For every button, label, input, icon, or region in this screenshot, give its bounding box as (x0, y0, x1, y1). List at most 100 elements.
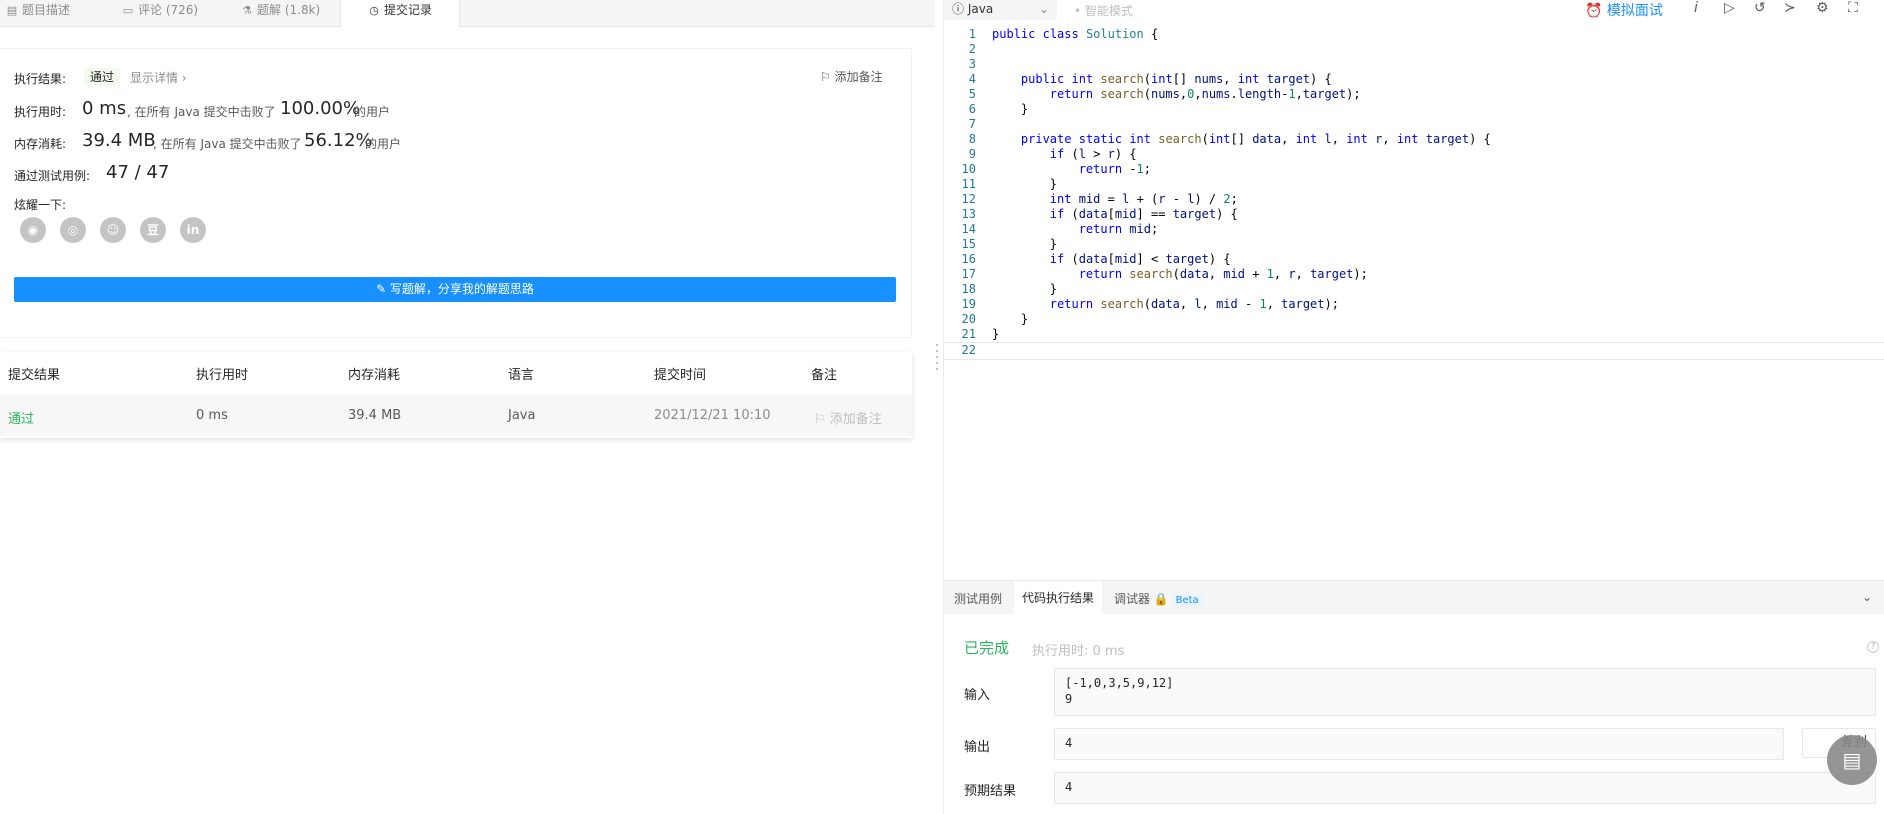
run-exec-time: 执行用时: 0 ms (1032, 644, 1125, 659)
line-number: 20 (961, 312, 976, 326)
runtime-beat-text: , 在所有 Java 提交中击败了 (127, 105, 276, 119)
line-number: 11 (961, 177, 976, 191)
code-text: if (data[mid] == target) { (1049, 207, 1238, 221)
code-text: } (1020, 312, 1029, 326)
line-number: 8 (968, 132, 976, 146)
tab-testcase[interactable]: 测试用例 (954, 590, 1002, 607)
memory-value: 39.4 MB (82, 130, 156, 151)
line-number: 3 (968, 57, 976, 71)
douban-icon[interactable]: 豆 (140, 217, 166, 243)
dot-icon: • (1074, 4, 1085, 18)
code-text: return -1; (1078, 162, 1151, 176)
flag-icon: ⚐ (814, 412, 830, 427)
share-buttons: ◉ ◎ ☺ 豆 in (20, 217, 220, 243)
code-line[interactable]: 22 (944, 342, 1884, 360)
memory-users: 的用户 (365, 137, 402, 151)
flag-icon: ⚐ (820, 70, 835, 84)
line-number: 16 (961, 252, 976, 266)
code-text: return mid; (1078, 222, 1159, 236)
chevron-down-icon[interactable]: ⌄ (1862, 590, 1872, 604)
memory-percent: 56.12% (304, 130, 373, 151)
linkedin-icon[interactable]: in (180, 217, 206, 243)
line-number: 10 (961, 162, 976, 176)
language-select[interactable]: ⓘ Java ⌄ (944, 0, 1057, 20)
reset-icon[interactable]: ↺ (1754, 0, 1766, 16)
splitter-dot (936, 344, 938, 346)
row-submitted-at: 2021/12/21 10:10 (654, 408, 771, 423)
editor-toolbar: ⓘ Java ⌄ • 智能模式 ⏰ 模拟面试 i ▷ ↺ ≻ ⚙ ⛶ (944, 0, 1884, 20)
add-note-button[interactable]: ⚐ 添加备注 (820, 68, 883, 85)
chevron-down-icon: ⌄ (1038, 2, 1049, 16)
submissions-table: 提交结果 执行用时 内存消耗 语言 提交时间 备注 通过 0 ms 39.4 M… (0, 352, 912, 438)
flask-icon: ⚗ (242, 4, 252, 17)
notebook-icon[interactable]: ▤ (1827, 735, 1877, 785)
wechat-icon[interactable]: ◉ (20, 217, 46, 243)
console-tabs: 测试用例 代码执行结果 调试器 🔒 Beta ⌄ (944, 580, 1884, 615)
splitter-dot (936, 368, 938, 370)
smart-mode-toggle[interactable]: • 智能模式 (1074, 2, 1133, 19)
weibo-icon[interactable]: ◎ (60, 217, 86, 243)
tab-description[interactable]: ▤ 题目描述 (6, 0, 70, 27)
memory-beat-text: , 在所有 Java 提交中击败了 (153, 137, 302, 151)
row-add-note[interactable]: ⚐ 添加备注 (814, 408, 882, 427)
lock-icon: 🔒 (1153, 592, 1169, 606)
output-label: 输出 (964, 740, 991, 755)
tab-run-result[interactable]: 代码执行结果 (1014, 581, 1103, 615)
code-text: return search(data, l, mid - 1, target); (1049, 297, 1339, 311)
left-panel: ▤ 题目描述 ▭ 评论 (726) ⚗ 题解 (1.8k) ◷ 提交记录 执行结果: 通… (0, 0, 935, 814)
code-text: if (data[mid] < target) { (1049, 252, 1231, 266)
cases-value: 47 / 47 (106, 162, 170, 183)
tab-debugger[interactable]: 调试器 🔒 Beta (1114, 590, 1202, 607)
info-italic-icon[interactable]: i (1694, 0, 1698, 16)
code-text: public int search(int[] nums, int target… (1020, 72, 1332, 86)
tab-solutions[interactable]: ⚗ 题解 (1.8k) (241, 0, 320, 27)
col-header-result: 提交结果 (8, 368, 61, 383)
table-row[interactable]: 通过 0 ms 39.4 MB Java 2021/12/21 10:10 ⚐ … (0, 394, 912, 436)
runtime-users: 的用户 (354, 105, 391, 119)
comment-icon: ▭ (122, 4, 134, 17)
row-memory: 39.4 MB (348, 408, 402, 423)
line-number: 14 (961, 222, 976, 236)
code-text: } (1020, 102, 1029, 116)
run-icon[interactable]: ▷ (1724, 0, 1735, 16)
col-header-submitted: 提交时间 (654, 368, 707, 383)
smart-mode-label: 智能模式 (1084, 4, 1133, 18)
qq-icon[interactable]: ☺ (100, 217, 126, 243)
code-text: private static int search(int[] data, in… (1020, 132, 1491, 146)
line-number: 19 (961, 297, 976, 311)
line-number: 7 (968, 117, 976, 131)
code-text: if (l > r) { (1049, 147, 1137, 161)
clock-icon: ◷ (369, 4, 379, 17)
code-text: } (1049, 237, 1058, 251)
cases-label: 通过测试用例: (14, 169, 91, 183)
tab-submissions[interactable]: ◷ 提交记录 (340, 0, 461, 28)
mock-interview-label: 模拟面试 (1606, 3, 1663, 19)
result-label: 执行结果: (14, 72, 67, 86)
splitter-dot (936, 350, 938, 352)
debugger-label: 调试器 (1114, 592, 1151, 606)
settings-icon[interactable]: ⚙ (1816, 0, 1829, 16)
code-text: public class Solution { (992, 27, 1159, 41)
mock-interview-button[interactable]: ⏰ 模拟面试 (1585, 0, 1663, 20)
language-select-value: Java (967, 2, 994, 16)
fullscreen-icon[interactable]: ⛶ (1848, 0, 1858, 16)
share-label: 炫耀一下: (14, 198, 67, 212)
write-solution-button[interactable]: ✎ 写题解，分享我的解题思路 (14, 277, 896, 302)
code-text: return search(data, mid + 1, r, target); (1078, 267, 1368, 281)
help-icon[interactable]: ? (1867, 641, 1879, 653)
row-language: Java (508, 408, 536, 423)
status-badge: 通过 (84, 68, 121, 86)
show-details-link[interactable]: 显示详情 › (130, 69, 187, 86)
line-number: 17 (961, 267, 976, 281)
row-result[interactable]: 通过 (8, 408, 34, 427)
col-header-language: 语言 (508, 368, 535, 383)
col-header-memory: 内存消耗 (348, 368, 401, 383)
tab-comments[interactable]: ▭ 评论 (726) (122, 0, 198, 27)
runtime-label: 执行用时: (14, 105, 67, 119)
panel-splitter[interactable] (935, 340, 939, 390)
code-editor[interactable]: 1 public class Solution {2 3 4 public int s… (944, 27, 1884, 577)
console-icon[interactable]: ≻ (1784, 0, 1796, 16)
status-badge-text: 通过 (90, 70, 115, 84)
add-note-label: 添加备注 (834, 70, 883, 84)
beta-badge: Beta (1172, 595, 1202, 606)
